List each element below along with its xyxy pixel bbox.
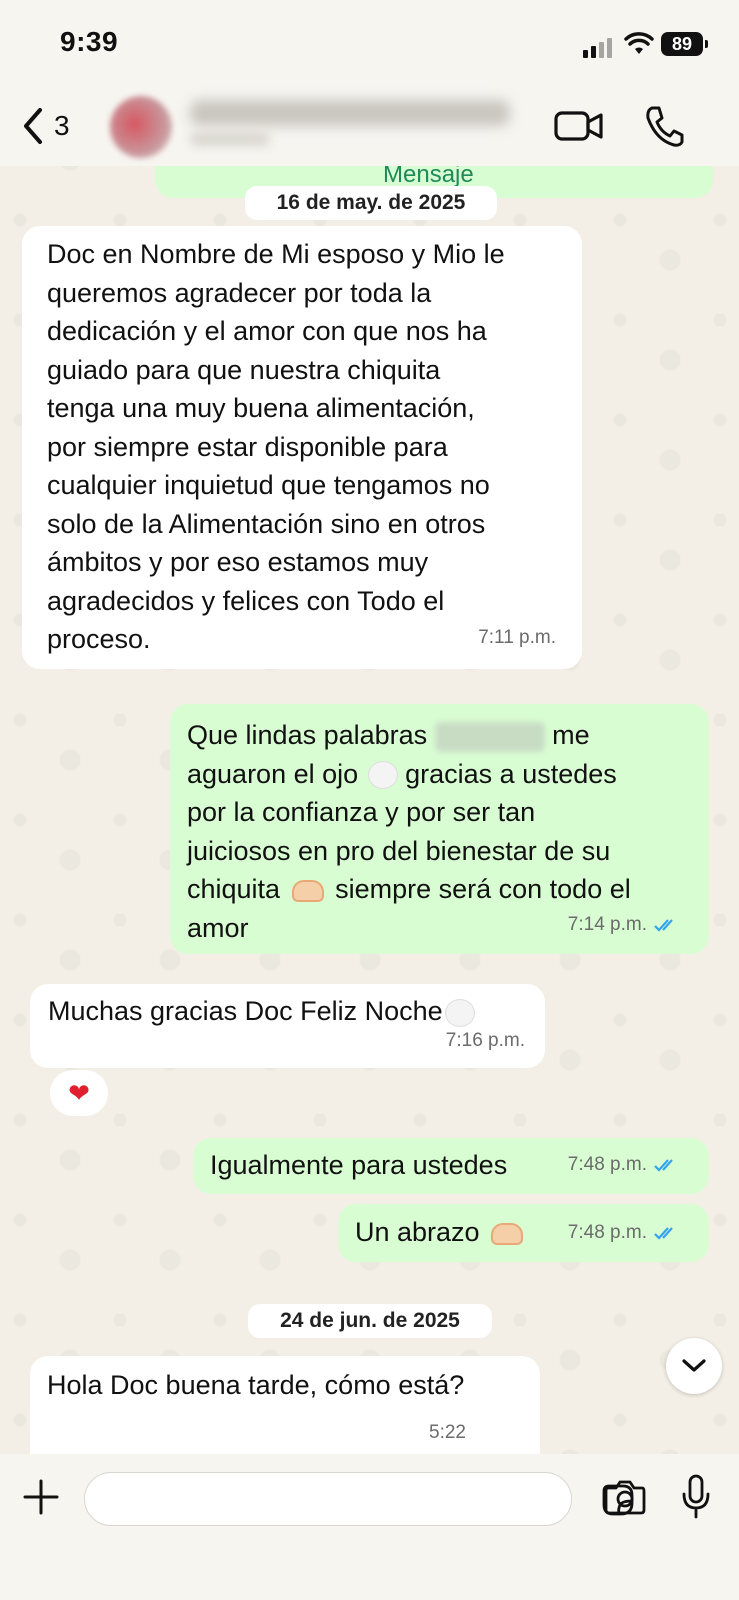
contact-subtitle-redacted <box>190 132 270 146</box>
contact-name-redacted[interactable] <box>190 100 510 126</box>
double-check-icon <box>654 919 673 932</box>
outgoing-message[interactable]: Igualmente para ustedes 7:48 p.m. <box>193 1138 709 1194</box>
chevron-down-icon <box>682 1359 706 1372</box>
message-text: Igualmente para ustedes <box>210 1150 508 1180</box>
back-chevron-icon <box>24 108 42 144</box>
double-check-icon <box>654 1227 673 1240</box>
message-time: 7:48 p.m. <box>568 1146 681 1185</box>
incoming-message[interactable]: Muchas gracias Doc Feliz Noche 7:16 p.m. <box>30 984 545 1068</box>
contact-avatar[interactable] <box>110 96 172 158</box>
date-separator: 16 de may. de 2025 <box>245 186 497 220</box>
message-text: Que lindas palabras me aguaron el ojo gr… <box>187 720 631 943</box>
cellular-signal-icon <box>583 36 615 58</box>
message-time: 7:16 p.m. <box>445 1029 525 1051</box>
video-call-icon[interactable] <box>554 106 604 146</box>
outgoing-message[interactable]: Un abrazo 7:48 p.m. <box>338 1204 709 1262</box>
message-text: Un abrazo <box>355 1213 527 1252</box>
status-time: 9:39 <box>60 26 119 57</box>
outgoing-message[interactable]: Que lindas palabras me aguaron el ojo gr… <box>170 704 709 954</box>
incoming-message[interactable]: Doc en Nombre de Mi esposo y Mio le quer… <box>22 226 582 669</box>
message-composer <box>0 1454 739 1600</box>
phone-icon[interactable] <box>644 104 684 148</box>
camera-icon[interactable] <box>604 1478 646 1516</box>
red-heart-icon: ❤ <box>68 1077 90 1108</box>
message-text: Hola Doc buena tarde, cómo está? <box>47 1370 465 1400</box>
plus-icon[interactable] <box>22 1478 60 1516</box>
date-separator: 24 de jun. de 2025 <box>248 1304 492 1338</box>
chat-header: 3 <box>0 88 739 166</box>
message-list[interactable]: Mensaje 16 de may. de 2025 Doc en Nombre… <box>0 166 739 1454</box>
heart-hands-emoji <box>291 879 324 902</box>
status-bar: 9:39 89 <box>0 0 739 88</box>
message-time: 5:22 <box>429 1422 466 1443</box>
unread-count: 3 <box>54 110 70 141</box>
message-input-container[interactable] <box>84 1472 634 1526</box>
double-check-icon <box>654 1159 673 1172</box>
message-text: Muchas gracias Doc Feliz Noche <box>48 992 475 1031</box>
white-heart-emoji <box>367 761 398 790</box>
scroll-to-bottom-button[interactable] <box>666 1338 722 1394</box>
back-button[interactable]: 3 <box>20 106 70 146</box>
redacted-name <box>434 721 545 752</box>
message-input[interactable] <box>105 1481 505 1519</box>
incoming-message[interactable]: Hola Doc buena tarde, cómo está? 5:22 <box>30 1356 540 1454</box>
message-time: 7:48 p.m. <box>568 1214 681 1253</box>
battery-indicator: 89 <box>661 32 708 56</box>
heart-reaction[interactable]: ❤ <box>50 1070 108 1116</box>
message-time: 7:11 p.m. <box>478 626 556 648</box>
microphone-icon[interactable] <box>680 1474 712 1520</box>
message-text: Doc en Nombre de Mi esposo y Mio le quer… <box>47 239 505 654</box>
wifi-icon <box>624 32 654 54</box>
message-time: 7:14 p.m. <box>568 906 681 945</box>
heart-hands-emoji <box>491 1222 524 1245</box>
